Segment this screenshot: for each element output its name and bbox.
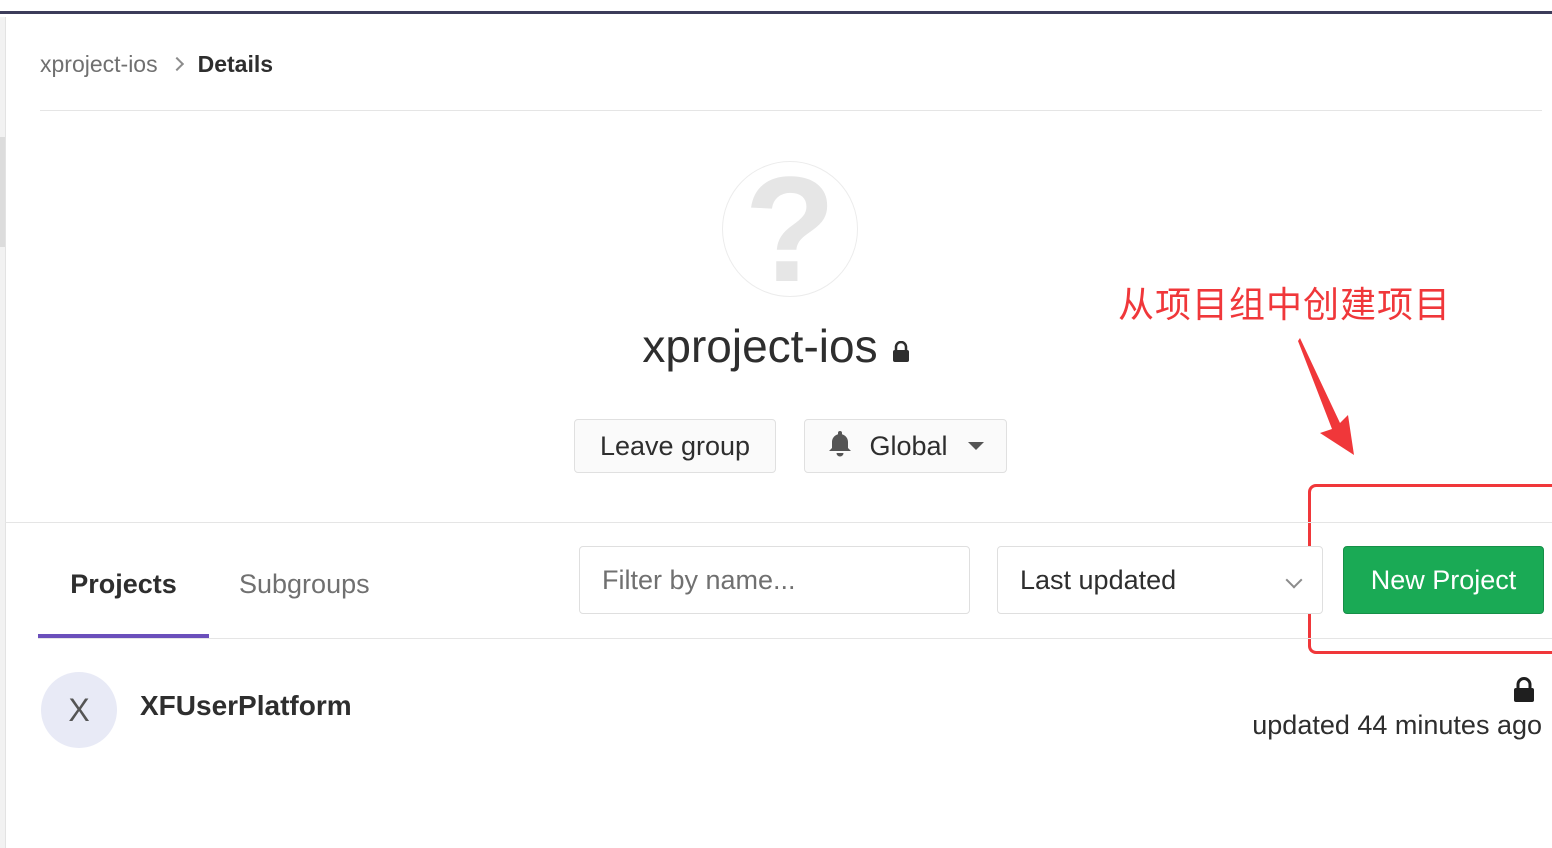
tab-projects[interactable]: Projects bbox=[38, 553, 209, 615]
breadcrumb: xproject-ios Details bbox=[40, 44, 273, 84]
annotation-highlight-edge bbox=[1548, 484, 1552, 654]
sidebar-scroll-mark bbox=[0, 137, 5, 247]
filter-by-name-input[interactable] bbox=[579, 546, 970, 614]
tabs-divider bbox=[38, 638, 1552, 639]
section-divider bbox=[5, 522, 1552, 523]
project-avatar[interactable]: X bbox=[41, 672, 117, 748]
sort-selected-label: Last updated bbox=[1020, 564, 1177, 595]
caret-down-icon bbox=[967, 442, 984, 450]
group-avatar: ? bbox=[722, 154, 858, 304]
annotation-arrow-icon bbox=[1290, 335, 1370, 465]
project-updated-time: updated 44 minutes ago bbox=[1252, 710, 1542, 740]
breadcrumb-divider bbox=[40, 110, 1542, 111]
sort-select[interactable]: Last updated bbox=[997, 546, 1323, 614]
new-project-label: New Project bbox=[1370, 564, 1517, 595]
leave-group-button[interactable]: Leave group bbox=[574, 419, 776, 473]
project-name-link[interactable]: XFUserPlatform bbox=[140, 690, 352, 722]
lock-icon bbox=[892, 319, 910, 375]
new-project-button[interactable]: New Project bbox=[1343, 546, 1544, 614]
group-name: xproject-ios bbox=[642, 320, 878, 372]
chevron-right-icon bbox=[169, 56, 184, 72]
chevron-down-icon bbox=[1285, 571, 1303, 589]
lock-icon bbox=[1513, 677, 1535, 708]
notification-dropdown[interactable]: Global bbox=[804, 419, 1007, 473]
breadcrumb-current[interactable]: Details bbox=[198, 51, 273, 78]
sidebar-edge bbox=[0, 17, 6, 848]
breadcrumb-group-link[interactable]: xproject-ios bbox=[40, 51, 158, 78]
notification-label: Global bbox=[869, 430, 948, 461]
bell-icon bbox=[827, 429, 853, 464]
tab-subgroups[interactable]: Subgroups bbox=[239, 553, 370, 615]
project-avatar-letter: X bbox=[68, 691, 90, 728]
leave-group-label: Leave group bbox=[599, 430, 751, 461]
annotation-text: 从项目组中创建项目 bbox=[1118, 285, 1452, 326]
top-navbar bbox=[0, 0, 1552, 14]
question-mark-icon: ? bbox=[744, 145, 836, 313]
